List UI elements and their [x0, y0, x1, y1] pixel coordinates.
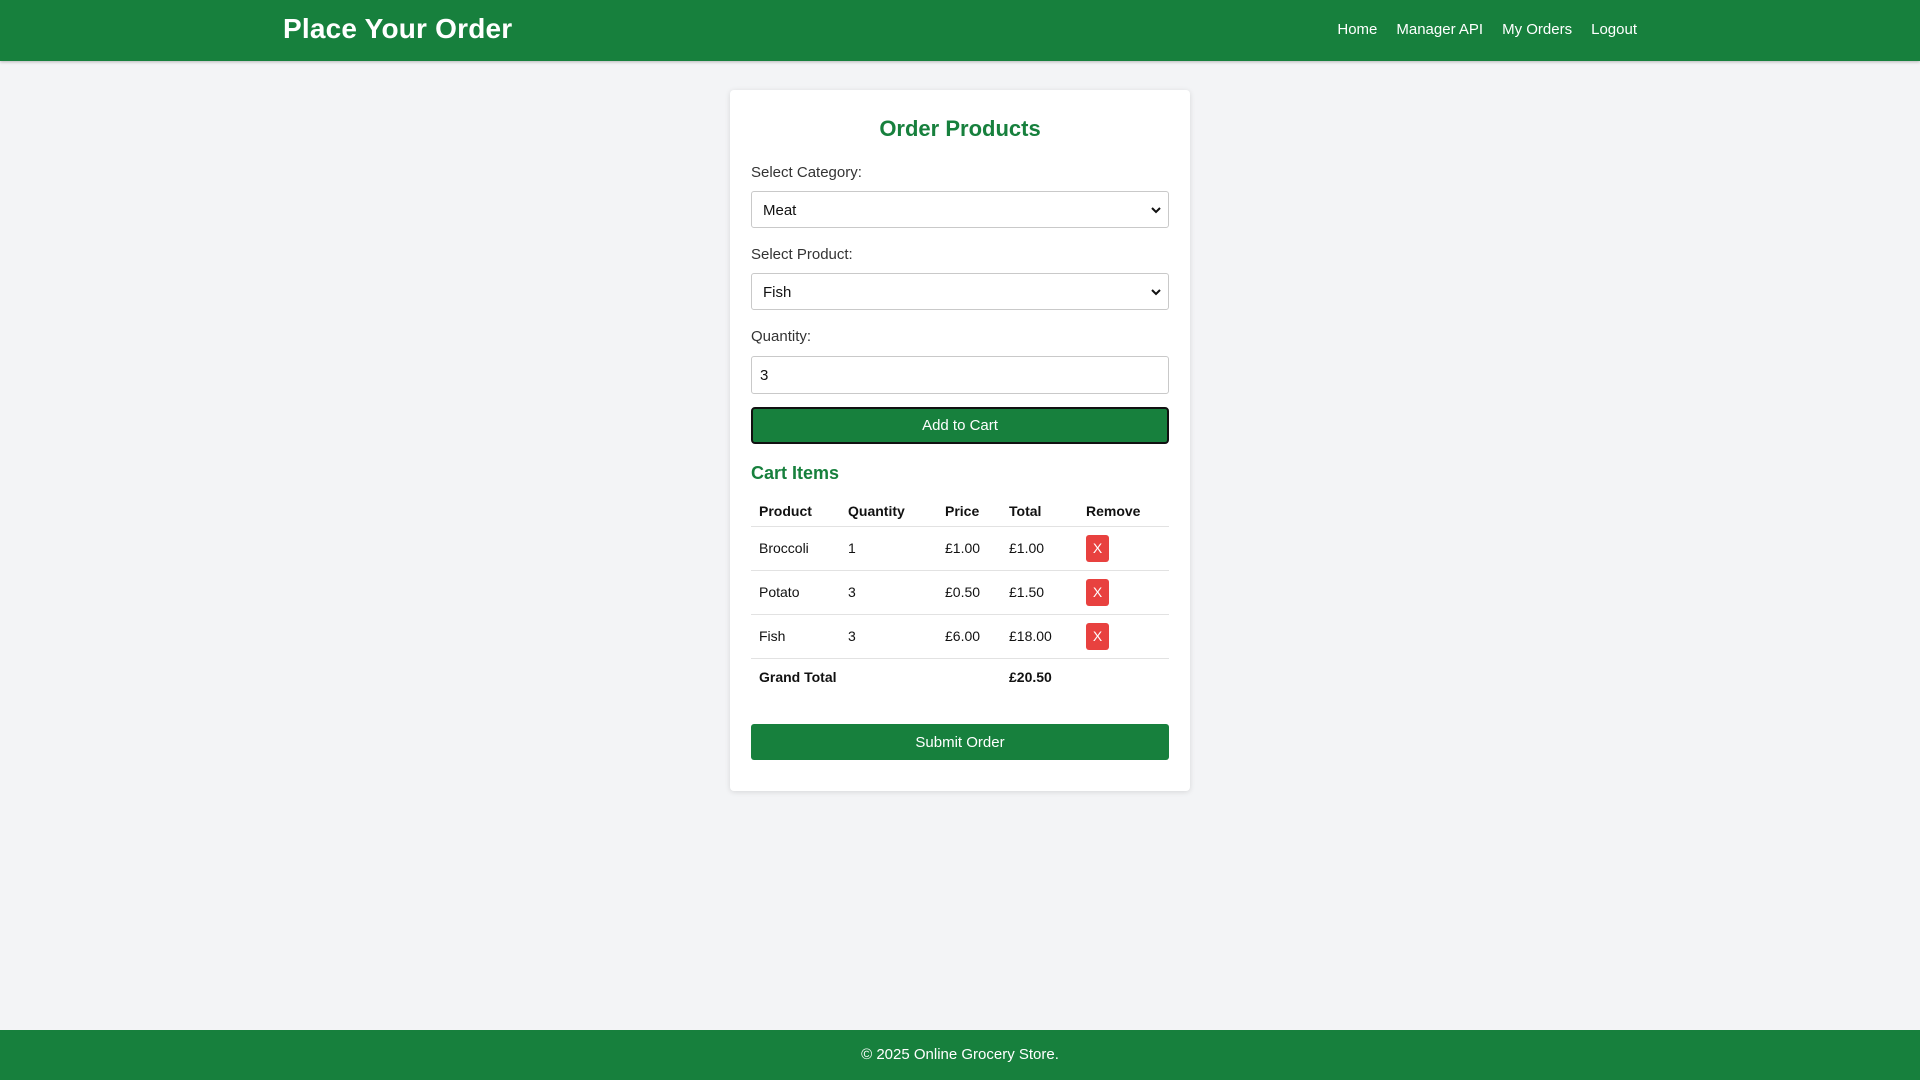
chevron-down-icon: [1151, 207, 1161, 214]
cell-total: £18.00: [1001, 614, 1078, 659]
grand-total-row: Grand Total £20.50: [751, 658, 1169, 696]
cell-quantity: 1: [840, 526, 937, 571]
cell-total: £1.50: [1001, 570, 1078, 615]
chevron-down-icon: [1151, 289, 1161, 296]
column-header-total: Total: [1001, 496, 1078, 527]
column-header-product: Product: [751, 496, 840, 527]
product-select[interactable]: Fish: [751, 273, 1169, 310]
cell-remove: X: [1078, 526, 1169, 571]
column-header-remove: Remove: [1078, 496, 1169, 527]
table-header-row: Product Quantity Price Total Remove: [751, 496, 1169, 527]
cell-product: Potato: [751, 570, 840, 615]
order-products-heading: Order Products: [879, 116, 1041, 141]
add-to-cart-button[interactable]: Add to Cart: [751, 407, 1169, 444]
top-header: Place Your Order Home Manager API My Ord…: [0, 0, 1920, 61]
table-row: Potato 3 £0.50 £1.50 X: [751, 570, 1169, 615]
cell-price: £0.50: [937, 570, 1001, 615]
cell-quantity: 3: [840, 570, 937, 615]
nav-home-link[interactable]: Home: [1337, 21, 1377, 38]
grand-total-value: £20.50: [1009, 669, 1052, 686]
cell-price: £6.00: [937, 614, 1001, 659]
page-footer: © 2025 Online Grocery Store.: [0, 1030, 1920, 1080]
cart-table: Product Quantity Price Total Remove Broc…: [751, 496, 1169, 696]
cell-remove: X: [1078, 570, 1169, 615]
submit-order-button[interactable]: Submit Order: [751, 724, 1169, 760]
quantity-input[interactable]: [751, 356, 1169, 394]
table-row: Fish 3 £6.00 £18.00 X: [751, 614, 1169, 659]
main-nav: Home Manager API My Orders Logout: [1337, 21, 1637, 38]
category-select[interactable]: Meat: [751, 191, 1169, 228]
cell-total: £1.00: [1001, 526, 1078, 571]
column-header-quantity: Quantity: [840, 496, 937, 527]
cell-price: £1.00: [937, 526, 1001, 571]
remove-item-button[interactable]: X: [1086, 622, 1109, 650]
product-selected-value: Fish: [763, 284, 792, 301]
order-card: Order Products Select Category: Meat Sel…: [730, 90, 1190, 791]
nav-manager-api-link[interactable]: Manager API: [1396, 21, 1483, 38]
nav-my-orders-link[interactable]: My Orders: [1502, 21, 1572, 38]
cell-remove: X: [1078, 614, 1169, 659]
table-row: Broccoli 1 £1.00 £1.00 X: [751, 526, 1169, 571]
category-selected-value: Meat: [763, 202, 797, 219]
page-title: Place Your Order: [283, 13, 513, 44]
quantity-label: Quantity:: [751, 328, 812, 345]
grand-total-label: Grand Total: [759, 669, 837, 686]
product-label: Select Product:: [751, 246, 853, 263]
cell-quantity: 3: [840, 614, 937, 659]
footer-copyright: © 2025 Online Grocery Store.: [861, 1046, 1059, 1063]
remove-item-button[interactable]: X: [1086, 534, 1109, 562]
cell-product: Broccoli: [751, 526, 840, 571]
remove-item-button[interactable]: X: [1086, 578, 1109, 606]
cart-items-heading: Cart Items: [751, 463, 840, 483]
cell-product: Fish: [751, 614, 840, 659]
category-label: Select Category:: [751, 164, 862, 181]
column-header-price: Price: [937, 496, 1001, 527]
nav-logout-link[interactable]: Logout: [1591, 21, 1637, 38]
